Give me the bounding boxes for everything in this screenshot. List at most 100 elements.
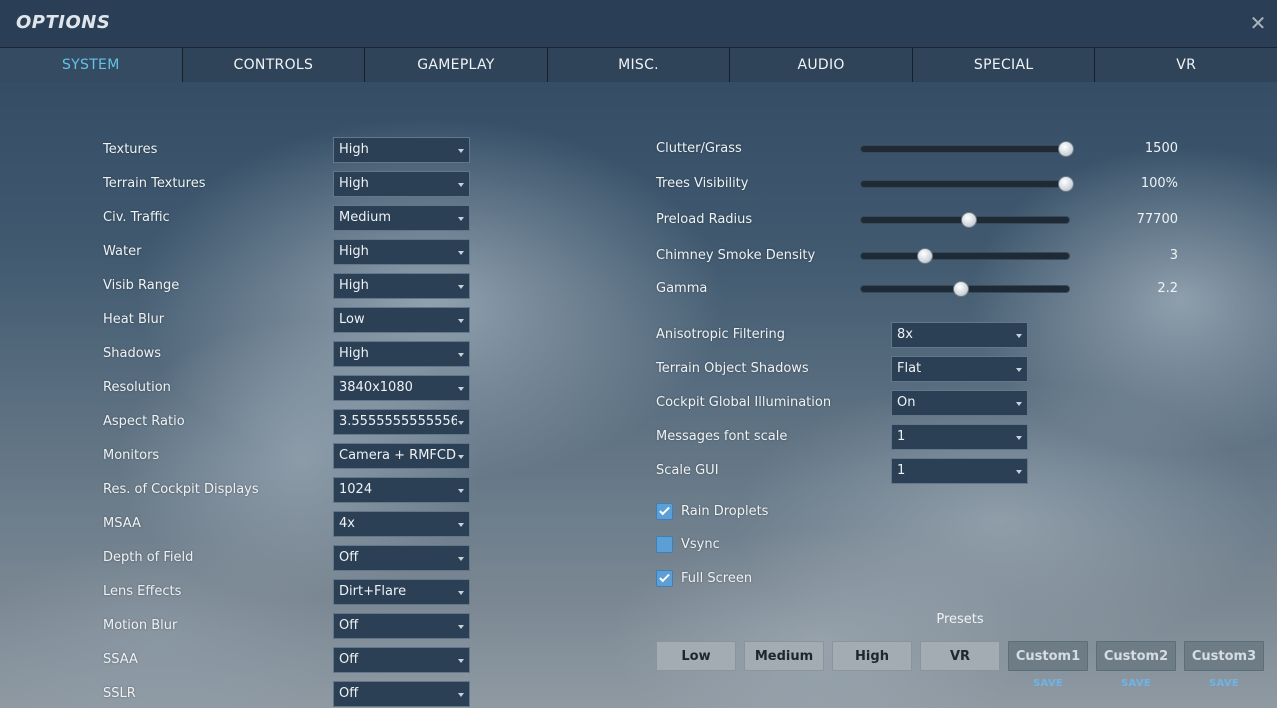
chimney-smoke-density-slider-handle[interactable] [917, 248, 934, 264]
save-custom2-link[interactable]: SAVE [1096, 678, 1176, 689]
terrain-object-shadows-dropdown[interactable]: Flat [891, 356, 1028, 382]
shadows-value: High [339, 346, 369, 361]
shadows-dropdown[interactable]: High [333, 341, 470, 367]
terrain-textures-label: Terrain Textures [103, 176, 206, 191]
ssaa-label: SSAA [103, 652, 138, 667]
trees-visibility-slider[interactable] [860, 180, 1070, 188]
visib-range-dropdown[interactable]: High [333, 273, 470, 299]
resolution-value: 3840x1080 [339, 380, 413, 395]
ssaa-dropdown[interactable]: Off [333, 647, 470, 673]
sslr-dropdown[interactable]: Off [333, 681, 470, 707]
presets-title: Presets [936, 612, 984, 627]
anisotropic-filtering-value: 8x [897, 327, 913, 342]
water-value: High [339, 244, 369, 259]
lens-effects-value: Dirt+Flare [339, 584, 407, 599]
lens-effects-dropdown[interactable]: Dirt+Flare [333, 579, 470, 605]
trees-visibility-value: 100% [1140, 176, 1178, 191]
vsync-label: Vsync [681, 537, 720, 552]
save-custom3-link[interactable]: SAVE [1184, 678, 1264, 689]
sslr-value: Off [339, 686, 359, 701]
msaa-dropdown[interactable]: 4x [333, 511, 470, 537]
res-of-cockpit-displays-dropdown[interactable]: 1024 [333, 477, 470, 503]
preload-radius-label: Preload Radius [656, 212, 753, 227]
tab-audio[interactable]: AUDIO [730, 48, 913, 82]
save-custom1-link[interactable]: SAVE [1008, 678, 1088, 689]
preset-custom3-button[interactable]: Custom3 [1184, 641, 1264, 671]
terrain-object-shadows-label: Terrain Object Shadows [656, 361, 809, 376]
visib-range-label: Visib Range [103, 278, 180, 293]
trees-visibility-slider-handle[interactable] [1057, 176, 1074, 192]
water-dropdown[interactable]: High [333, 239, 470, 265]
full-screen-checkbox[interactable] [656, 570, 673, 587]
clutter-grass-slider-handle[interactable] [1057, 141, 1074, 157]
msaa-label: MSAA [103, 516, 141, 531]
chevron-down-icon [458, 183, 464, 187]
rain-droplets-checkbox[interactable] [656, 503, 673, 520]
full-screen-label: Full Screen [681, 571, 753, 586]
textures-dropdown[interactable]: High [333, 137, 470, 163]
msaa-value: 4x [339, 516, 355, 531]
chevron-down-icon [458, 455, 464, 459]
anisotropic-filtering-dropdown[interactable]: 8x [891, 322, 1028, 348]
preset-medium-button[interactable]: Medium [744, 641, 824, 671]
chevron-down-icon [1016, 402, 1022, 406]
preload-radius-value: 77700 [1136, 212, 1178, 227]
preset-custom2-button[interactable]: Custom2 [1096, 641, 1176, 671]
civ-traffic-label: Civ. Traffic [103, 210, 170, 225]
clutter-grass-value: 1500 [1144, 141, 1178, 156]
chimney-smoke-density-value: 3 [1169, 248, 1178, 263]
chevron-down-icon [458, 251, 464, 255]
preset-low-button[interactable]: Low [656, 641, 736, 671]
monitors-label: Monitors [103, 448, 160, 463]
motion-blur-label: Motion Blur [103, 618, 178, 633]
chevron-down-icon [1016, 436, 1022, 440]
chevron-down-icon [458, 523, 464, 527]
chevron-down-icon [458, 217, 464, 221]
tab-system[interactable]: SYSTEM [0, 48, 183, 82]
textures-label: Textures [103, 142, 158, 157]
preset-custom1-button[interactable]: Custom1 [1008, 641, 1088, 671]
heat-blur-label: Heat Blur [103, 312, 165, 327]
cockpit-global-illumination-dropdown[interactable]: On [891, 390, 1028, 416]
preload-radius-slider-handle[interactable] [961, 212, 978, 228]
close-icon[interactable]: ✕ [1247, 12, 1269, 34]
gamma-value: 2.2 [1157, 281, 1178, 296]
depth-of-field-dropdown[interactable]: Off [333, 545, 470, 571]
chevron-down-icon [458, 353, 464, 357]
messages-font-scale-dropdown[interactable]: 1 [891, 424, 1028, 450]
tab-gameplay[interactable]: GAMEPLAY [365, 48, 548, 82]
monitors-dropdown[interactable]: Camera + RMFCD a [333, 443, 470, 469]
sslr-label: SSLR [103, 686, 136, 701]
chimney-smoke-density-slider[interactable] [860, 252, 1070, 260]
tab-special[interactable]: SPECIAL [912, 48, 1096, 82]
heat-blur-dropdown[interactable]: Low [333, 307, 470, 333]
aspect-ratio-label: Aspect Ratio [103, 414, 185, 429]
chevron-down-icon [458, 149, 464, 153]
chevron-down-icon [458, 489, 464, 493]
motion-blur-dropdown[interactable]: Off [333, 613, 470, 639]
clutter-grass-slider[interactable] [860, 145, 1070, 153]
tab-controls[interactable]: CONTROLS [182, 48, 366, 82]
chevron-down-icon [458, 659, 464, 663]
chevron-down-icon [458, 387, 464, 391]
rain-droplets-label: Rain Droplets [681, 504, 769, 519]
aspect-ratio-dropdown[interactable]: 3.5555555555556 [333, 409, 470, 435]
civ-traffic-dropdown[interactable]: Medium [333, 205, 470, 231]
trees-visibility-label: Trees Visibility [656, 176, 749, 191]
preset-high-button[interactable]: High [832, 641, 912, 671]
tab-vr[interactable]: VR [1095, 48, 1277, 82]
chevron-down-icon [458, 693, 464, 697]
resolution-dropdown[interactable]: 3840x1080 [333, 375, 470, 401]
preset-vr-button[interactable]: VR [920, 641, 1000, 671]
vsync-checkbox[interactable] [656, 536, 673, 553]
chevron-down-icon [458, 285, 464, 289]
anisotropic-filtering-label: Anisotropic Filtering [656, 327, 786, 342]
gamma-slider-handle[interactable] [952, 281, 969, 297]
tab-misc[interactable]: MISC. [547, 48, 731, 82]
depth-of-field-value: Off [339, 550, 359, 565]
cockpit-global-illumination-label: Cockpit Global Illumination [656, 395, 832, 410]
terrain-textures-dropdown[interactable]: High [333, 171, 470, 197]
scale-gui-dropdown[interactable]: 1 [891, 458, 1028, 484]
depth-of-field-label: Depth of Field [103, 550, 194, 565]
scale-gui-value: 1 [897, 463, 906, 478]
